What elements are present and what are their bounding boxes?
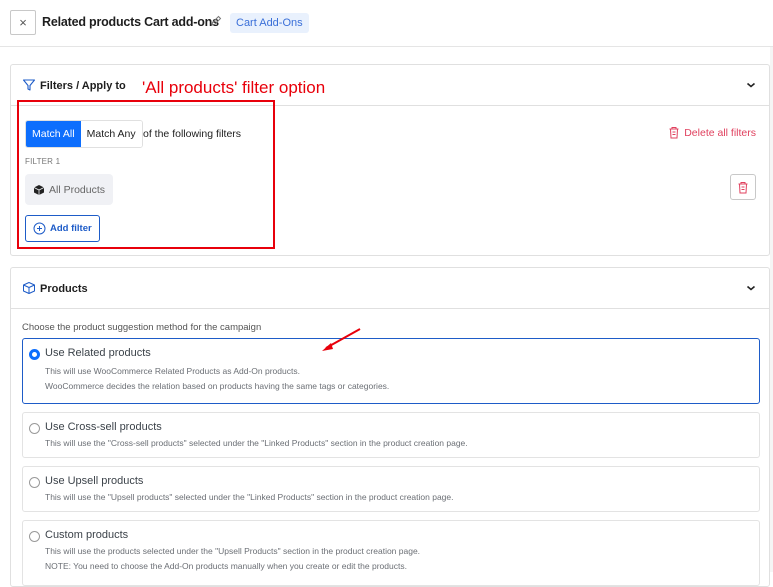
products-intro-text: Choose the product suggestion method for… xyxy=(22,322,262,333)
close-button[interactable]: × xyxy=(10,10,36,35)
filters-card-header[interactable]: Filters / Apply to xyxy=(11,65,769,106)
filter-1-label: FILTER 1 xyxy=(25,157,61,166)
radio-upsell-products[interactable] xyxy=(29,477,40,488)
option-desc: NOTE: You need to choose the Add-On prod… xyxy=(45,561,407,571)
option-title: Use Related products xyxy=(45,347,151,359)
pencil-icon[interactable] xyxy=(209,14,223,28)
chevron-down-icon[interactable] xyxy=(745,282,757,294)
close-icon: × xyxy=(19,15,27,30)
radio-custom-products[interactable] xyxy=(29,531,40,542)
filter-chip-label: All Products xyxy=(49,183,106,196)
products-card-header[interactable]: Products xyxy=(11,268,769,309)
option-title: Custom products xyxy=(45,529,129,541)
option-cross-sell-products[interactable]: Use Cross-sell products This will use th… xyxy=(22,412,760,458)
match-all-button[interactable]: Match All xyxy=(26,121,81,147)
delete-all-filters-button[interactable]: Delete all filters xyxy=(668,126,756,139)
radio-related-products[interactable] xyxy=(29,349,40,360)
option-desc: WooCommerce decides the relation based o… xyxy=(45,381,390,391)
filters-card: Filters / Apply to Match All Match Any o… xyxy=(10,64,770,256)
add-filter-label: Add filter xyxy=(50,223,92,234)
plus-circle-icon xyxy=(33,222,46,235)
box-icon xyxy=(33,184,45,195)
option-desc: This will use the products selected unde… xyxy=(45,546,421,556)
products-card: Products Choose the product suggestion m… xyxy=(10,267,770,587)
filters-title: Filters / Apply to xyxy=(40,80,126,92)
page-title: Related products Cart add-ons xyxy=(42,15,219,29)
campaign-type-badge: Cart Add-Ons xyxy=(230,13,309,33)
match-toggle-group: Match All Match Any xyxy=(25,120,143,148)
option-desc: This will use WooCommerce Related Produc… xyxy=(45,366,300,376)
match-any-button[interactable]: Match Any xyxy=(80,121,142,147)
trash-icon xyxy=(669,127,679,139)
option-title: Use Upsell products xyxy=(45,475,144,487)
annotation-arrow-icon xyxy=(322,328,361,351)
cube-icon xyxy=(23,282,35,294)
add-filter-button[interactable]: Add filter xyxy=(25,215,100,242)
option-custom-products[interactable]: Custom products This will use the produc… xyxy=(22,520,760,586)
chevron-down-icon[interactable] xyxy=(745,79,757,91)
option-related-products[interactable]: Use Related products This will use WooCo… xyxy=(22,338,760,404)
top-bar: × Related products Cart add-ons Cart Add… xyxy=(0,0,773,47)
option-title: Use Cross-sell products xyxy=(45,421,162,433)
filter-chip-all-products[interactable]: All Products xyxy=(25,174,114,205)
trash-icon xyxy=(738,181,748,193)
delete-filter-button[interactable] xyxy=(730,174,756,200)
products-title: Products xyxy=(40,283,88,295)
delete-all-filters-label: Delete all filters xyxy=(684,126,756,139)
filter-icon xyxy=(22,79,36,91)
option-upsell-products[interactable]: Use Upsell products This will use the "U… xyxy=(22,466,760,512)
radio-cross-sell-products[interactable] xyxy=(29,423,40,434)
match-suffix-text: of the following filters xyxy=(143,128,242,140)
option-desc: This will use the "Upsell products" sele… xyxy=(45,492,454,502)
option-desc: This will use the "Cross-sell products" … xyxy=(45,438,468,448)
annotation-label: 'All products' filter option xyxy=(142,78,326,97)
